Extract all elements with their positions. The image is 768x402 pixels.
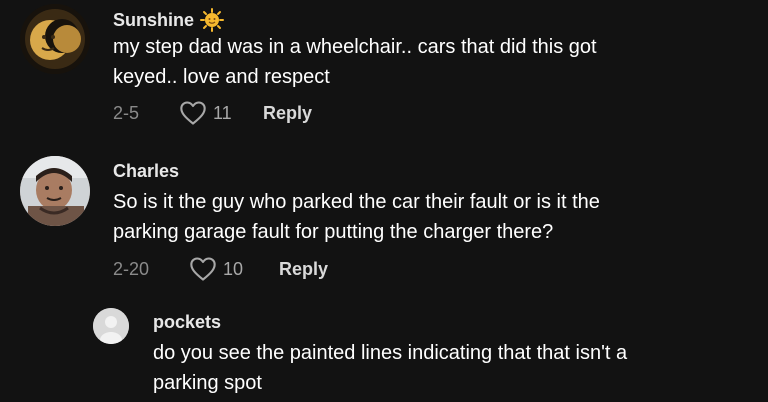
comment-text-line: keyed.. love and respect xyxy=(113,66,330,88)
like-count: 10 xyxy=(223,258,244,279)
comment-text: do you see the painted lines indicating … xyxy=(153,338,627,398)
like-button[interactable]: 10 xyxy=(189,256,279,282)
heart-outline-icon xyxy=(190,257,216,281)
comment-text-line: parking garage fault for putting the cha… xyxy=(113,221,554,243)
profile-photo-image xyxy=(20,156,90,226)
comment-username[interactable]: Charles xyxy=(113,161,179,182)
like-count: 11 xyxy=(213,102,232,123)
sun-emoji-icon xyxy=(200,8,225,32)
comment-text: my step dad was in a wheelchair.. cars t… xyxy=(113,32,597,92)
default-avatar-icon xyxy=(93,308,129,344)
avatar[interactable] xyxy=(20,4,90,74)
reply-button[interactable]: Reply xyxy=(263,103,312,124)
comment-meta: 2-20 10 Reply xyxy=(113,256,328,282)
comment-date: 2-20 xyxy=(113,258,150,279)
comment-text-line: parking spot xyxy=(153,372,262,394)
comment-text-line: do you see the painted lines indicating … xyxy=(153,342,628,364)
username-text: Sunshine xyxy=(113,9,195,30)
comment-text-line: So is it the guy who parked the car thei… xyxy=(113,191,600,213)
comment-text: So is it the guy who parked the car thei… xyxy=(113,187,600,247)
comment-username[interactable]: pockets xyxy=(153,312,221,333)
username-text: pockets xyxy=(153,312,222,332)
username-text: Charles xyxy=(113,161,180,181)
heart-outline-icon xyxy=(180,101,206,125)
comment-date: 2-5 xyxy=(113,102,140,123)
avatar[interactable] xyxy=(93,308,129,344)
like-button[interactable]: 11 xyxy=(179,100,263,126)
comment-text-line: my step dad was in a wheelchair.. cars t… xyxy=(113,36,597,58)
comment-username[interactable]: Sunshine xyxy=(113,8,225,32)
reply-button[interactable]: Reply xyxy=(279,259,328,280)
comment-meta: 2-5 11 Reply xyxy=(113,100,312,126)
sun-moon-avatar-image xyxy=(20,4,90,74)
avatar[interactable] xyxy=(20,156,90,226)
